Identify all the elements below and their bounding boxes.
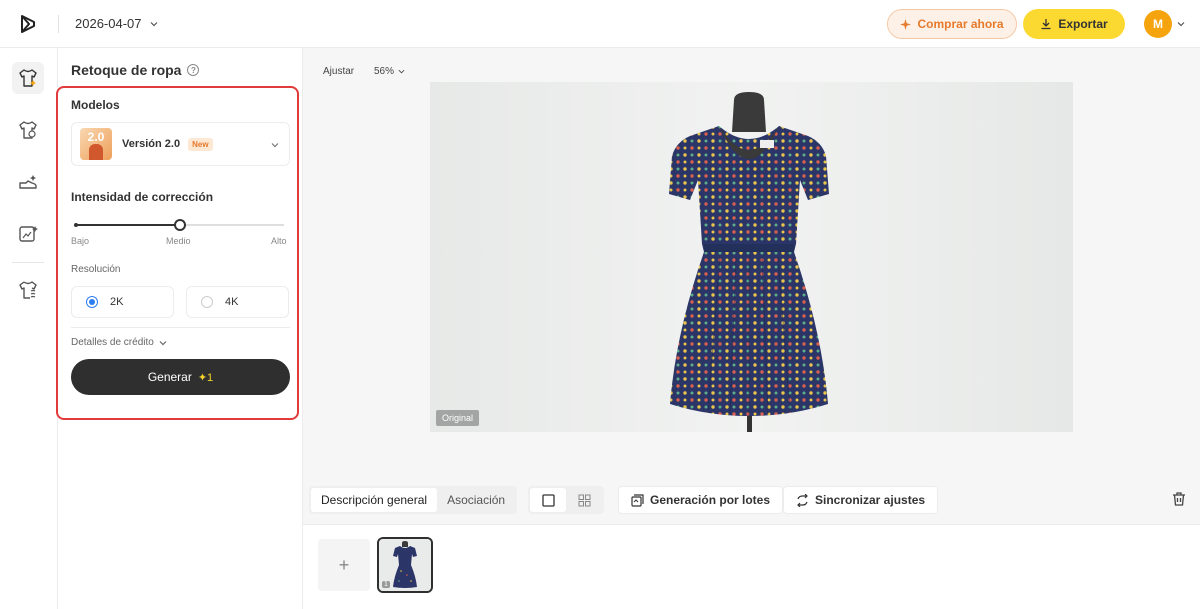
chevron-down-icon — [150, 21, 157, 26]
model-figure-icon — [89, 144, 103, 160]
radio-unselected-icon — [201, 296, 213, 308]
fabric-icon — [19, 281, 37, 299]
rail-divider — [12, 262, 44, 263]
add-image-button[interactable]: + — [318, 539, 370, 591]
shirt-retouch-icon — [19, 69, 37, 87]
dress-image — [430, 82, 1073, 432]
image-preview[interactable]: Original — [430, 82, 1073, 432]
resolution-option-2k[interactable]: 2K — [71, 286, 174, 318]
single-view-button[interactable] — [530, 488, 566, 512]
sync-icon — [797, 493, 808, 507]
avatar-initial: M — [1153, 17, 1163, 31]
sync-settings-label: Sincronizar ajustes — [815, 493, 926, 507]
resolution-option-label: 4K — [225, 296, 239, 308]
chevron-down-icon — [159, 340, 167, 345]
new-badge: New — [188, 137, 213, 151]
panel-divider — [71, 327, 290, 328]
model-name: Versión 2.0 — [122, 138, 181, 150]
sync-settings-button[interactable]: Sincronizar ajustes — [783, 486, 939, 514]
model-thumb-text: 2.0 — [87, 130, 105, 144]
image-edit-icon — [19, 226, 38, 242]
buy-now-label: Comprar ahora — [917, 17, 1004, 31]
buy-now-button[interactable]: Comprar ahora — [887, 9, 1017, 39]
shirt-edit-icon — [19, 121, 37, 139]
models-label: Modelos — [71, 98, 120, 112]
batch-generation-label: Generación por lotes — [650, 493, 771, 507]
credit-details-toggle[interactable]: Detalles de crédito — [71, 337, 167, 348]
rail-item-image-edit[interactable] — [12, 218, 44, 250]
export-label: Exportar — [1058, 17, 1108, 31]
generate-button[interactable]: Generar ✦1 — [71, 359, 290, 395]
image-thumbnail[interactable]: 1 — [377, 537, 433, 593]
batch-generation-button[interactable]: Generación por lotes — [618, 486, 784, 514]
resolution-option-4k[interactable]: 4K — [186, 286, 289, 318]
trash-icon[interactable] — [1171, 491, 1187, 507]
rail-item-clothing-retouch[interactable] — [12, 62, 44, 94]
thumbnail-strip: + 1 — [303, 524, 1200, 609]
radio-selected-icon — [86, 296, 98, 308]
panel-title-text: Retoque de ropa — [71, 62, 182, 78]
credit-details-label: Detalles de crédito — [71, 337, 154, 348]
intensity-slider-thumb[interactable] — [173, 219, 186, 231]
panel-title: Retoque de ropa ? — [71, 62, 200, 78]
zoom-dropdown[interactable]: 56% — [374, 66, 405, 77]
grid-view-icon — [578, 494, 590, 506]
rail-item-shoes[interactable] — [12, 166, 44, 198]
chevron-down-icon[interactable] — [1177, 20, 1185, 28]
add-icon: + — [338, 554, 350, 575]
help-icon[interactable]: ? — [187, 64, 200, 76]
sparkle-icon — [900, 18, 912, 30]
model-thumbnail: 2.0 — [80, 128, 112, 160]
intensity-slider-fill — [75, 224, 180, 226]
batch-icon — [631, 493, 644, 507]
tab-association[interactable]: Asociación — [437, 488, 515, 512]
intensity-label: Intensidad de corrección — [71, 190, 214, 204]
download-icon — [1041, 19, 1051, 30]
resolution-option-label: 2K — [110, 296, 124, 308]
grid-view-button[interactable] — [566, 488, 602, 512]
fit-button[interactable]: Ajustar — [323, 66, 354, 77]
original-tag: Original — [436, 410, 480, 426]
header-divider — [58, 15, 59, 33]
export-button[interactable]: Exportar — [1023, 9, 1125, 39]
chevron-down-icon — [398, 69, 405, 74]
rail-item-fabric[interactable] — [12, 274, 44, 306]
intensity-slider-start — [74, 223, 78, 227]
generate-cost: ✦1 — [197, 371, 214, 384]
resolution-label: Resolución — [71, 264, 121, 275]
generate-label: Generar — [147, 370, 192, 384]
intensity-mid-label: Medio — [166, 236, 191, 246]
intensity-min-label: Bajo — [71, 236, 90, 246]
layout-toggle — [528, 486, 604, 514]
canvas-toolbar: Descripción general Asociación Generació… — [303, 484, 1200, 516]
project-date: 2026-04-07 — [75, 16, 142, 31]
settings-panel: Retoque de ropa ? Modelos 2.0 Versión 2.… — [56, 48, 303, 609]
chevron-down-icon — [271, 143, 279, 148]
top-bar: 2026-04-07 Comprar ahora Exportar M — [0, 0, 1200, 48]
model-select[interactable]: 2.0 Versión 2.0 New — [71, 122, 290, 166]
shoe-icon — [19, 175, 37, 189]
avatar[interactable]: M — [1144, 10, 1172, 38]
rail-item-clothing-edit[interactable] — [12, 114, 44, 146]
view-tabs: Descripción general Asociación — [309, 486, 518, 514]
intensity-max-label: Alto — [271, 236, 287, 246]
canvas-area: Ajustar 56% Original — [303, 48, 1200, 524]
single-view-icon — [541, 493, 555, 507]
app-logo-icon[interactable] — [17, 13, 39, 35]
thumbnail-index: 1 — [382, 581, 390, 588]
zoom-level: 56% — [374, 66, 395, 77]
tool-rail — [0, 48, 58, 609]
project-date-dropdown[interactable]: 2026-04-07 — [75, 16, 158, 31]
tab-overview[interactable]: Descripción general — [311, 488, 438, 512]
